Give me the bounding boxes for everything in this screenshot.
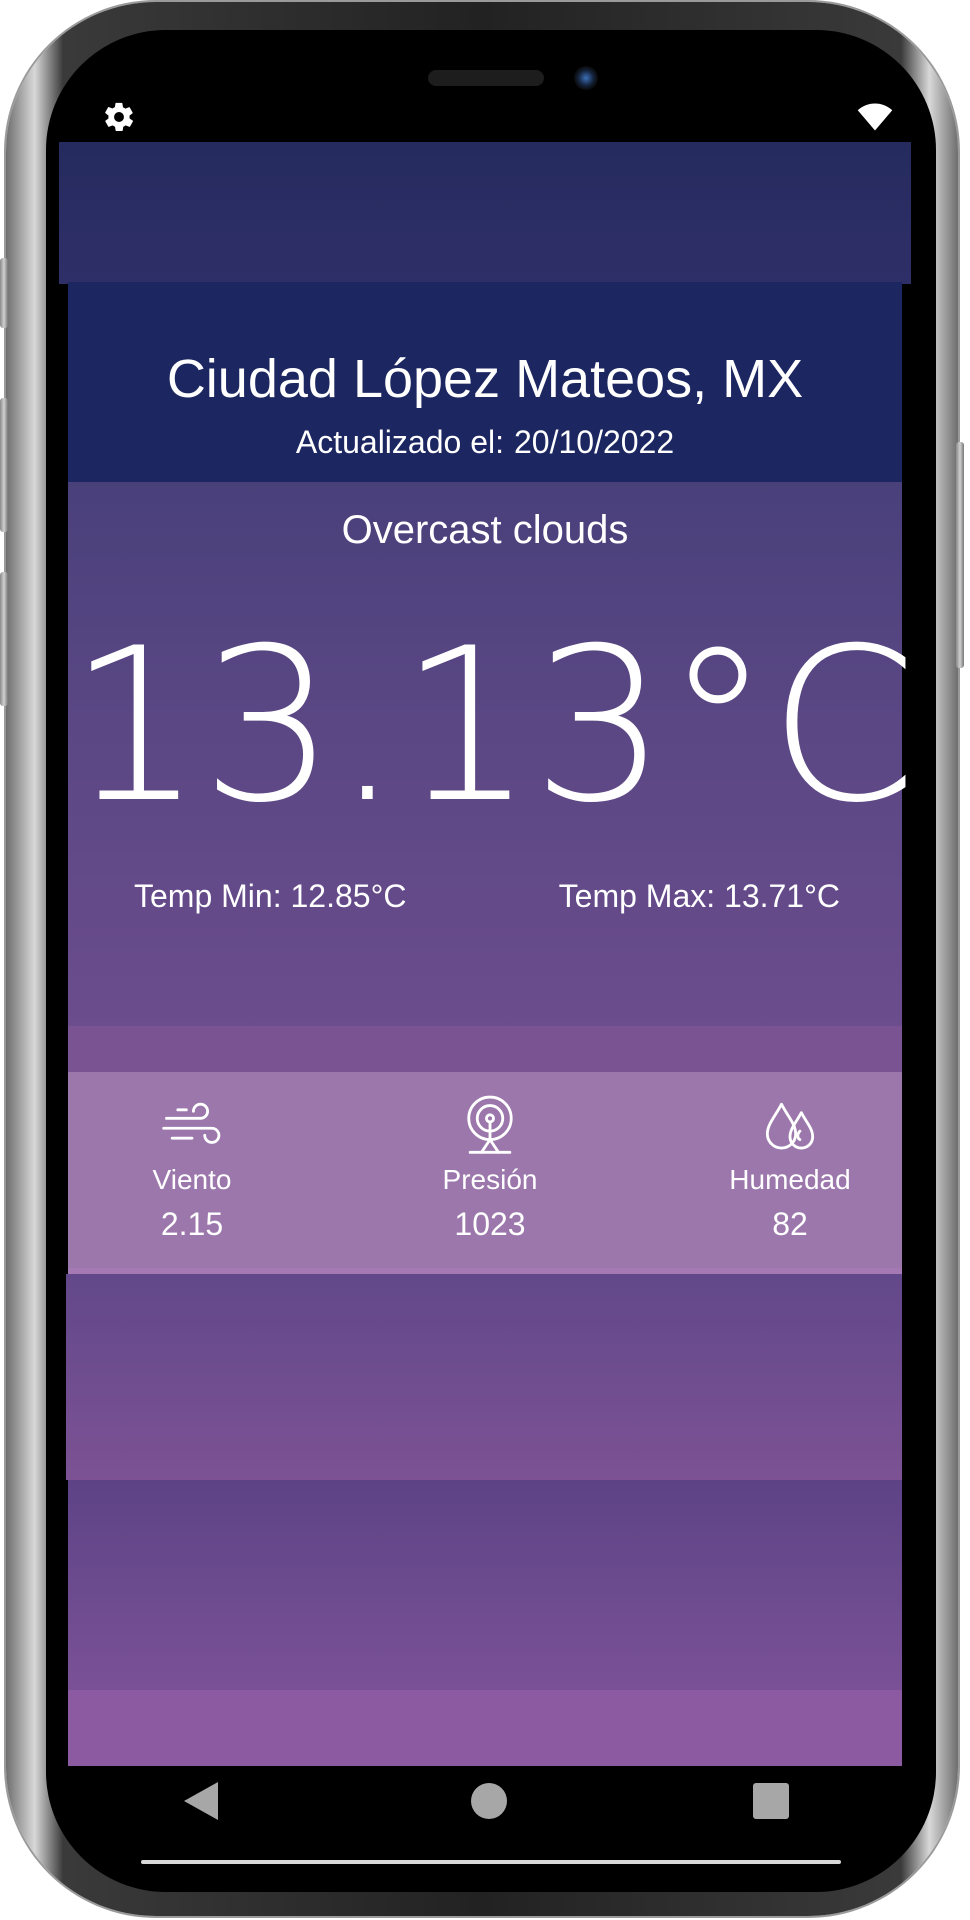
front-camera xyxy=(574,66,598,90)
weather-app: Ciudad López Mateos, MX Actualizado el: 2… xyxy=(66,282,917,1766)
stat-value: 82 xyxy=(772,1206,808,1242)
location-header: Ciudad López Mateos, MX Actualizado el: 2… xyxy=(68,282,902,482)
stat-pressure: Presión 1023 xyxy=(390,1072,590,1268)
wind-icon xyxy=(162,1102,221,1144)
updated-date: 20/10/2022 xyxy=(513,424,675,460)
side-button-left-2 xyxy=(0,398,8,532)
stat-value: 1023 xyxy=(454,1206,526,1242)
gear-icon[interactable] xyxy=(102,100,136,134)
forecast-panel-1 xyxy=(66,1274,902,1480)
forecast-panel-2 xyxy=(68,1480,902,1690)
earpiece-speaker xyxy=(428,70,544,86)
side-button-left-3 xyxy=(0,572,8,706)
weather-stats-panel: Viento 2.15 Presión 1023 Humedad 82 xyxy=(68,1072,902,1268)
stat-label: Humedad xyxy=(729,1164,851,1195)
current-temperature: 13.13°C xyxy=(68,602,917,849)
stat-label: Viento xyxy=(152,1164,232,1195)
temp-min: Temp Min: 12.85°C xyxy=(134,878,407,914)
stat-humidity: Humedad 82 xyxy=(690,1072,890,1268)
updated-label: Actualizado el: xyxy=(295,424,504,460)
side-button-left-1 xyxy=(0,258,8,328)
android-nav-bar xyxy=(46,1740,936,1860)
stat-wind: Viento 2.15 xyxy=(92,1072,292,1268)
city-name: Ciudad López Mateos, MX xyxy=(166,349,804,409)
pressure-gauge-icon xyxy=(467,1095,513,1154)
stat-value: 2.15 xyxy=(160,1206,224,1242)
divider-band xyxy=(68,1026,902,1072)
last-updated: Actualizado el: 20/10/2022 xyxy=(68,424,902,461)
humidity-drops-icon xyxy=(765,1102,815,1150)
phone-screen: Ciudad López Mateos, MX Actualizado el: 2… xyxy=(46,30,936,1892)
side-button-right xyxy=(956,442,964,668)
bottom-gesture-line xyxy=(141,1860,841,1864)
stat-label: Presión xyxy=(442,1164,538,1195)
app-top-bar xyxy=(59,142,911,284)
recents-square-icon[interactable] xyxy=(752,1782,790,1820)
wifi-icon xyxy=(857,103,893,131)
back-triangle-icon[interactable] xyxy=(182,1780,220,1822)
weather-description: Overcast clouds xyxy=(341,508,629,552)
temp-max: Temp Max: 13.71°C xyxy=(558,878,840,914)
home-circle-icon[interactable] xyxy=(470,1782,508,1820)
phone-frame: Ciudad López Mateos, MX Actualizado el: 2… xyxy=(0,2,964,1916)
